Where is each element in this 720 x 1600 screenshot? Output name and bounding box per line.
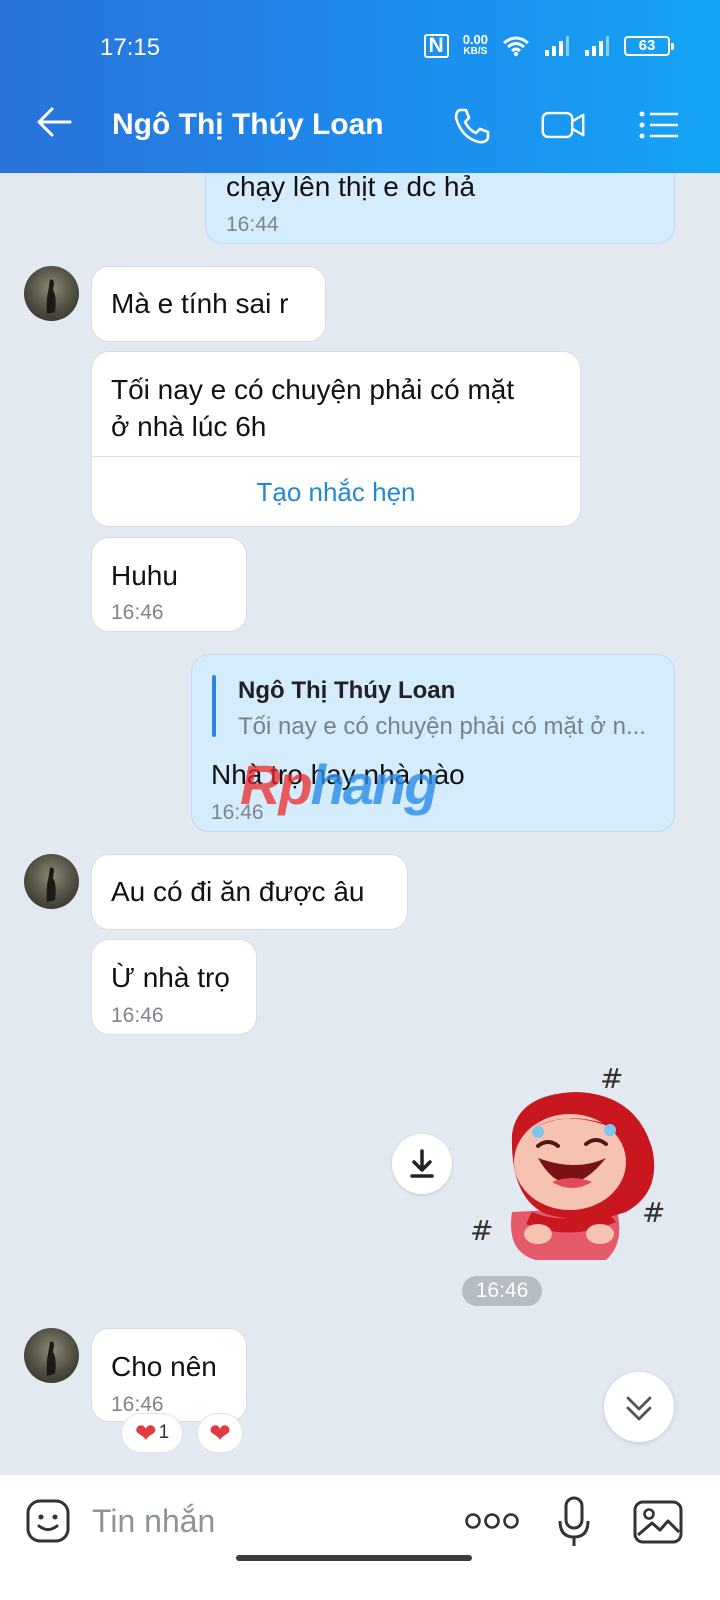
- image-icon[interactable]: [632, 1499, 684, 1545]
- heart-icon: ❤: [134, 1418, 157, 1448]
- more-dots-icon[interactable]: [464, 1509, 520, 1533]
- nfc-icon: N: [423, 34, 449, 58]
- laughing-girl-sticker[interactable]: # # #: [466, 1062, 678, 1272]
- reaction-count-badge[interactable]: ❤ 1: [121, 1413, 183, 1453]
- message-input[interactable]: Tin nhắn: [92, 1503, 215, 1540]
- message-incoming[interactable]: Cho nên 16:46: [91, 1328, 247, 1422]
- svg-text:#: #: [470, 1214, 493, 1247]
- phone-icon[interactable]: [448, 104, 494, 146]
- sticker-timestamp: 16:46: [462, 1276, 542, 1306]
- battery-icon: 63: [624, 36, 674, 56]
- quote-bar: [212, 675, 216, 737]
- signal-icon-1: [545, 36, 569, 56]
- emoji-icon[interactable]: [24, 1497, 74, 1547]
- wifi-icon: [503, 36, 529, 57]
- home-indicator[interactable]: [236, 1555, 472, 1561]
- quote-sender: Ngô Thị Thúy Loan: [238, 677, 456, 704]
- signal-icon-2: [585, 36, 609, 56]
- heart-icon: ❤: [209, 1418, 231, 1448]
- download-icon: [410, 1149, 434, 1178]
- chat-header-overlay: Ngô Thị Thúy Loan: [0, 78, 720, 173]
- status-icons: N 0.00 KB/S 63: [423, 32, 674, 58]
- message-incoming[interactable]: Au có đi ăn được âu: [91, 854, 408, 930]
- message-incoming[interactable]: Mà e tính sai r: [91, 266, 326, 342]
- message-composer: Tin nhắn: [0, 1474, 720, 1600]
- message-incoming[interactable]: Huhu 16:46: [91, 537, 247, 632]
- status-bar: 17:15 N 0.00 KB/S 63: [0, 0, 720, 78]
- watermark-logo: Rphang: [240, 753, 438, 816]
- message-incoming-reminder[interactable]: Tối nay e có chuyện phải có mặt ở nhà lú…: [91, 351, 581, 527]
- microphone-icon[interactable]: [556, 1495, 592, 1549]
- scroll-to-bottom-button[interactable]: [604, 1372, 674, 1442]
- contact-name[interactable]: Ngô Thị Thúy Loan: [112, 108, 384, 142]
- list-menu-icon[interactable]: [636, 104, 682, 146]
- download-button[interactable]: [392, 1134, 452, 1194]
- contact-avatar[interactable]: [24, 266, 79, 321]
- svg-text:#: #: [600, 1062, 623, 1095]
- add-reaction-button[interactable]: ❤: [197, 1413, 243, 1453]
- double-chevron-down-icon: [626, 1396, 652, 1421]
- status-time: 17:15: [100, 34, 161, 61]
- contact-avatar[interactable]: [24, 854, 79, 909]
- contact-avatar[interactable]: [24, 1328, 79, 1383]
- message-incoming[interactable]: Ừ nhà trọ 16:46: [91, 939, 257, 1035]
- network-speed: 0.00 KB/S: [462, 32, 488, 57]
- quote-preview: Tối nay e có chuyện phải có mặt ở n...: [238, 713, 646, 740]
- video-camera-icon[interactable]: [540, 104, 586, 146]
- svg-text:#: #: [642, 1196, 665, 1229]
- create-reminder-button[interactable]: Tạo nhắc hẹn: [92, 456, 580, 526]
- arrow-left-icon[interactable]: [34, 102, 74, 142]
